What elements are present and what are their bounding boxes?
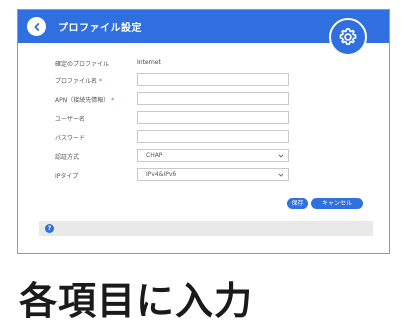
page-title: プロファイル設定 — [58, 23, 142, 34]
chevron-left-icon — [33, 22, 39, 31]
ip-type-select[interactable]: IPv4&IPv6 — [137, 168, 289, 181]
required-mark: * — [111, 97, 115, 104]
auth-method-select[interactable]: CHAP — [137, 149, 289, 162]
profile-name-label: プロファイル名 * — [55, 78, 102, 85]
current-profile-row: 確定のプロファイル Internet — [18, 56, 389, 72]
apn-input[interactable] — [137, 92, 289, 105]
profile-name-input[interactable] — [137, 73, 289, 86]
profile-name-row: プロファイル名 * — [18, 73, 389, 89]
settings-window: プロファイル設定 確定のプロファイル Internet プロファイル名 * AP… — [17, 9, 390, 254]
username-label: ユーザー名 — [55, 116, 85, 123]
password-row: パスワード — [18, 130, 389, 146]
ip-type-value: IPv4&IPv6 — [146, 171, 177, 178]
caption-text: 各項目に入力 — [19, 279, 254, 323]
ip-type-label: IPタイプ — [55, 173, 79, 180]
settings-button[interactable] — [329, 18, 367, 56]
current-profile-label: 確定のプロファイル — [55, 61, 110, 68]
auth-method-value: CHAP — [146, 152, 163, 159]
chevron-down-icon — [278, 173, 284, 177]
password-input[interactable] — [137, 130, 289, 143]
username-input[interactable] — [137, 111, 289, 124]
current-profile-value: Internet — [137, 59, 161, 66]
cancel-button[interactable]: キャンセル — [311, 198, 363, 209]
apn-row: APN（接続先情報） * — [18, 92, 389, 108]
save-button[interactable]: 保存 — [287, 198, 308, 209]
ip-type-row: IPタイプ IPv4&IPv6 — [18, 168, 389, 184]
chevron-down-icon — [278, 154, 284, 158]
auth-method-row: 認証方式 CHAP — [18, 149, 389, 165]
apn-label: APN（接続先情報） * — [55, 97, 115, 104]
password-label: パスワード — [55, 135, 86, 142]
auth-method-label: 認証方式 — [55, 154, 80, 161]
gear-icon — [339, 28, 357, 45]
username-row: ユーザー名 — [18, 111, 389, 127]
info-bar: ? — [39, 221, 373, 236]
required-mark: * — [98, 78, 102, 85]
back-button[interactable] — [27, 17, 46, 36]
help-icon[interactable]: ? — [45, 224, 54, 233]
